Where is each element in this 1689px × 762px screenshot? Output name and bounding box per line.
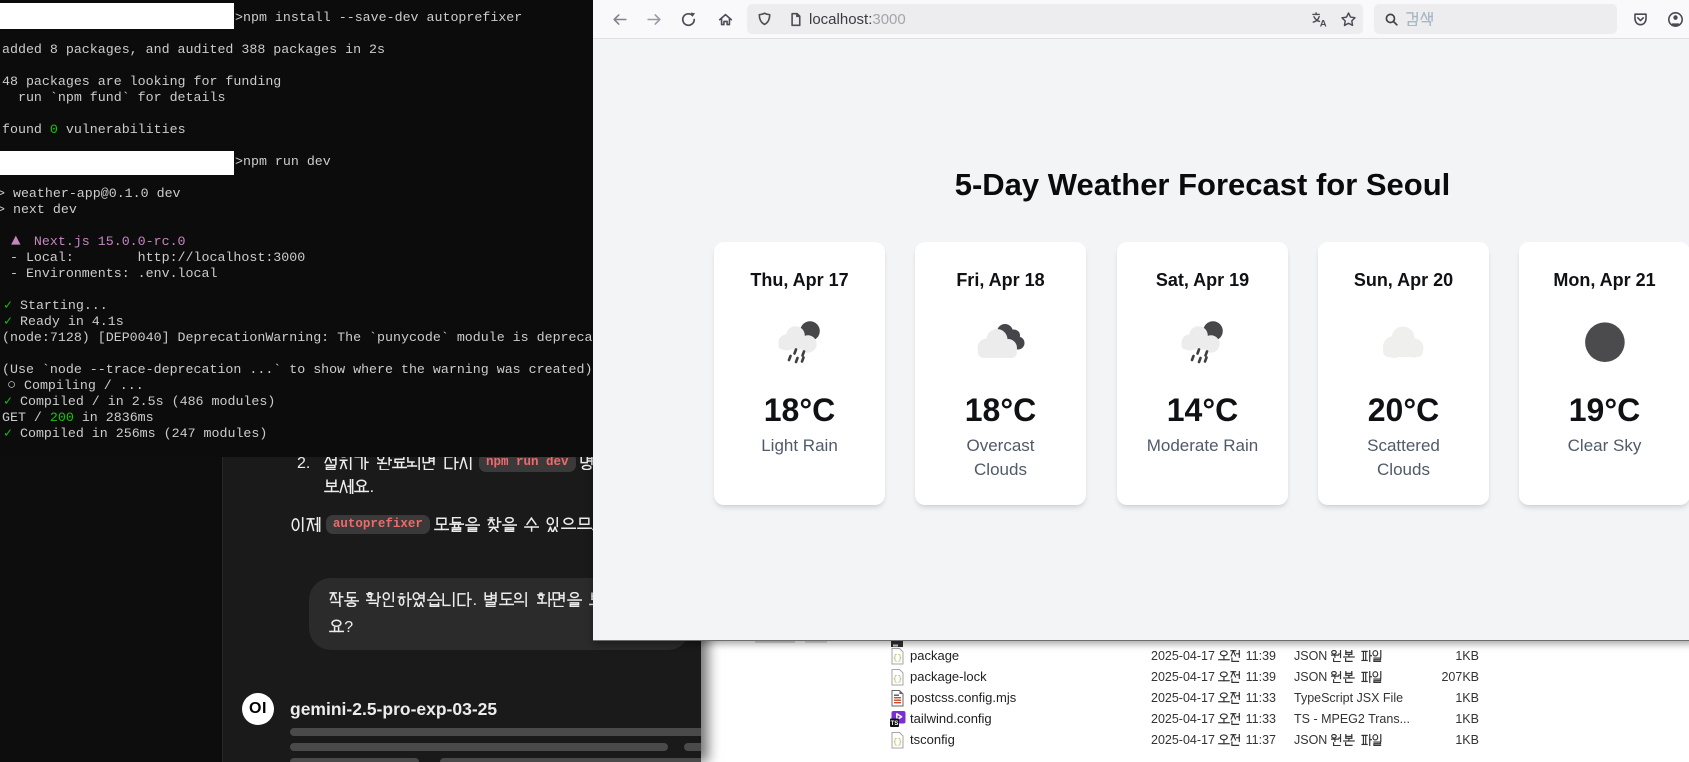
svg-text:A: A — [1320, 18, 1327, 28]
svg-text:{}: {} — [893, 675, 903, 684]
svg-text:{}: {} — [893, 654, 903, 663]
svg-text:{}: {} — [893, 738, 903, 747]
svg-text:TS: TS — [891, 721, 899, 727]
